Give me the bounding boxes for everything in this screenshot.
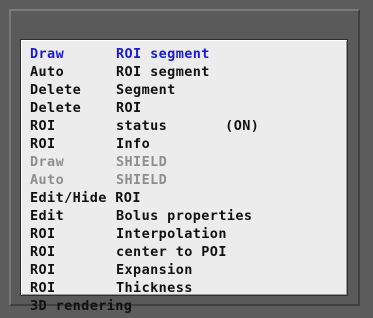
menu-item-object: center to POI bbox=[116, 244, 227, 260]
menu-item-object: ROI segment bbox=[116, 46, 210, 62]
menu-item-verb: Auto bbox=[30, 64, 65, 80]
menu-item-delete-segment[interactable]: Delete Segment bbox=[21, 81, 347, 99]
menu-item-object: Info bbox=[116, 136, 151, 152]
menu-item-verb: Edit bbox=[30, 208, 65, 224]
menu-item-roi-info[interactable]: ROI Info bbox=[21, 135, 347, 153]
menu-item-object: Thickness bbox=[116, 280, 193, 296]
menu-item-verb: Delete bbox=[30, 100, 82, 116]
roi-context-menu: Draw ROI segment Auto ROI segment Delete… bbox=[20, 39, 348, 314]
menu-item-verb: ROI bbox=[30, 262, 56, 278]
menu-item-roi-status[interactable]: ROI status (ON) bbox=[21, 117, 347, 135]
menu-item-object: ROI bbox=[116, 100, 142, 116]
menu-item-verb: Draw bbox=[30, 154, 65, 170]
menu-item-verb: ROI bbox=[30, 226, 56, 242]
menu-item-auto-shield: Auto SHIELD bbox=[21, 171, 347, 189]
menu-item-label: Edit/Hide ROI bbox=[30, 190, 141, 206]
menu-item-verb: ROI bbox=[30, 280, 56, 296]
menu-item-verb: Delete bbox=[30, 82, 82, 98]
menu-item-label: 3D rendering bbox=[30, 298, 133, 314]
menu-item-roi-interpolation[interactable]: ROI Interpolation bbox=[21, 225, 347, 243]
roi-status-value: (ON) bbox=[225, 118, 260, 134]
menu-item-draw-shield: Draw SHIELD bbox=[21, 153, 347, 171]
menu-item-auto-roi-segment[interactable]: Auto ROI segment bbox=[21, 63, 347, 81]
menu-item-object: Expansion bbox=[116, 262, 193, 278]
menu-item-verb: Auto bbox=[30, 172, 65, 188]
menu-item-draw-roi-segment[interactable]: Draw ROI segment bbox=[21, 45, 347, 63]
menu-item-object: SHIELD bbox=[116, 172, 168, 188]
menu-item-verb: Draw bbox=[30, 46, 65, 62]
menu-item-roi-expansion[interactable]: ROI Expansion bbox=[21, 261, 347, 279]
menu-item-verb: ROI bbox=[30, 244, 56, 260]
menu-item-delete-roi[interactable]: Delete ROI bbox=[21, 99, 347, 117]
menu-item-3d-rendering[interactable]: 3D rendering bbox=[21, 297, 347, 315]
menu-item-object: status bbox=[116, 118, 168, 134]
menu-item-object: Segment bbox=[116, 82, 176, 98]
menu-item-edit-bolus-properties[interactable]: Edit Bolus properties bbox=[21, 207, 347, 225]
menu-item-object: Interpolation bbox=[116, 226, 227, 242]
menu-item-roi-thickness[interactable]: ROI Thickness bbox=[21, 279, 347, 297]
menu-item-roi-center-to-poi[interactable]: ROI center to POI bbox=[21, 243, 347, 261]
menu-item-verb: ROI bbox=[30, 136, 56, 152]
menu-item-object: Bolus properties bbox=[116, 208, 253, 224]
menu-item-verb: ROI bbox=[30, 118, 56, 134]
menu-item-object: ROI segment bbox=[116, 64, 210, 80]
menu-item-object: SHIELD bbox=[116, 154, 168, 170]
menu-item-edit-hide-roi[interactable]: Edit/Hide ROI bbox=[21, 189, 347, 207]
